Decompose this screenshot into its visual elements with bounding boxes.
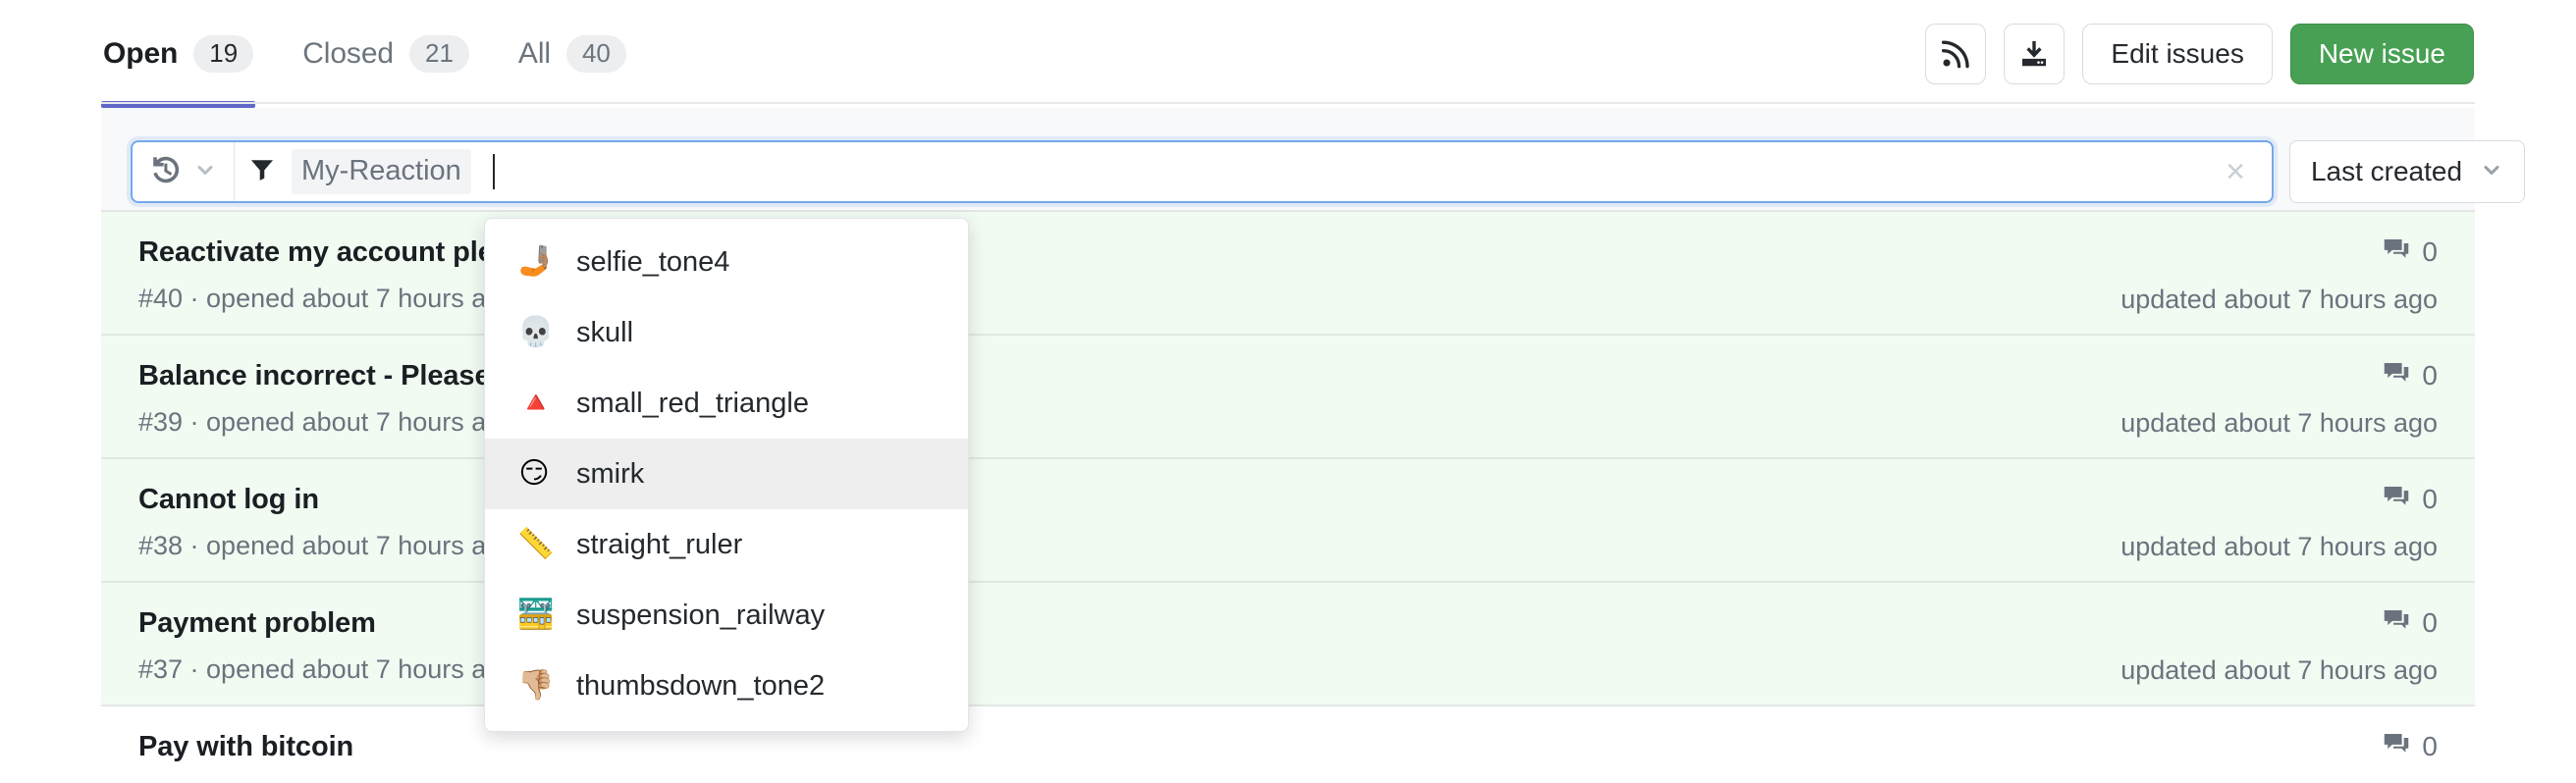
- issue-title[interactable]: Pay with bitcoin: [138, 730, 2438, 764]
- search-input[interactable]: My-Reaction: [290, 142, 2199, 201]
- tab-open-label: Open: [103, 37, 179, 70]
- table-row[interactable]: Balance incorrect - Please check #39 · o…: [101, 336, 2475, 459]
- issue-search-bar[interactable]: My-Reaction ×: [131, 140, 2274, 203]
- sort-dropdown-button[interactable]: Last created: [2289, 140, 2525, 203]
- list-item[interactable]: 💀 skull: [485, 297, 968, 368]
- table-row[interactable]: Cannot log in #38 · opened about 7 hours…: [101, 459, 2475, 583]
- comment-count[interactable]: 0: [2120, 359, 2438, 392]
- list-item[interactable]: 😏 smirk: [485, 439, 968, 509]
- list-item-label: small_red_triangle: [576, 387, 809, 419]
- comment-icon: [2383, 235, 2410, 270]
- issue-state-tabs: Open 19 Closed 21 All 40: [101, 0, 628, 108]
- edit-issues-button[interactable]: Edit issues: [2082, 24, 2273, 84]
- issue-row-right: 0: [2383, 730, 2438, 763]
- comment-icon: [2383, 483, 2410, 517]
- top-bar: Open 19 Closed 21 All 40 Edit issues New…: [0, 0, 2576, 108]
- filter-icon: [249, 157, 275, 187]
- text-cursor: [492, 154, 495, 189]
- comment-count-value: 0: [2422, 731, 2438, 761]
- issue-list: Reactivate my account please #40 · opene…: [101, 210, 2475, 783]
- emoji-icon: 📏: [517, 527, 555, 561]
- tab-closed[interactable]: Closed 21: [300, 0, 471, 108]
- table-row[interactable]: Reactivate my account please #40 · opene…: [101, 212, 2475, 336]
- comment-count[interactable]: 0: [2120, 235, 2438, 269]
- list-item[interactable]: 🔺 small_red_triangle: [485, 368, 968, 439]
- issue-updated: updated about 7 hours ago: [2120, 655, 2438, 685]
- tab-all-label: All: [517, 37, 551, 70]
- search-history-button[interactable]: [133, 142, 235, 201]
- issue-updated: updated about 7 hours ago: [2120, 408, 2438, 438]
- emoji-icon: 👎🏼: [517, 668, 555, 703]
- table-row[interactable]: Pay with bitcoin 0: [101, 706, 2475, 783]
- comment-count-value: 0: [2422, 484, 2438, 514]
- tab-all[interactable]: All 40: [516, 0, 628, 108]
- rss-icon: [1941, 39, 1970, 69]
- issue-row-right: 0 updated about 7 hours ago: [2120, 235, 2438, 315]
- issue-row-right: 0 updated about 7 hours ago: [2120, 483, 2438, 562]
- history-icon: [150, 154, 182, 190]
- tab-open[interactable]: Open 19: [101, 0, 256, 108]
- issue-row-right: 0 updated about 7 hours ago: [2120, 359, 2438, 439]
- comment-icon: [2383, 730, 2410, 764]
- chevron-down-icon: [2480, 158, 2503, 186]
- export-download-button[interactable]: [2004, 24, 2066, 84]
- download-icon: [2019, 39, 2049, 69]
- search-filter-icon-box: [235, 142, 290, 201]
- emoji-icon: 😏: [518, 456, 550, 491]
- emoji-icon: 🚟: [517, 598, 555, 632]
- issue-updated: updated about 7 hours ago: [2120, 532, 2438, 561]
- table-row[interactable]: Payment problem #37 · opened about 7 hou…: [101, 583, 2475, 706]
- list-item-label: smirk: [576, 457, 645, 490]
- list-item-label: suspension_railway: [576, 599, 826, 631]
- list-item-label: selfie_tone4: [576, 245, 730, 278]
- clear-search-button[interactable]: ×: [2199, 142, 2272, 201]
- comment-count[interactable]: 0: [2120, 483, 2438, 516]
- comment-count-value: 0: [2422, 236, 2438, 267]
- top-bar-actions: Edit issues New issue: [1925, 0, 2474, 108]
- list-item[interactable]: 🤳🏽 selfie_tone4: [485, 227, 968, 297]
- issue-row-right: 0 updated about 7 hours ago: [2120, 606, 2438, 686]
- list-item[interactable]: 📏 straight_ruler: [485, 509, 968, 580]
- tab-closed-count: 21: [409, 35, 469, 73]
- reaction-suggestion-dropdown: 🤳🏽 selfie_tone4 💀 skull 🔺 small_red_tria…: [484, 218, 969, 732]
- rss-feed-button[interactable]: [1925, 24, 1987, 84]
- emoji-icon: 💀: [517, 315, 555, 349]
- comment-icon: [2383, 359, 2410, 393]
- search-filter-token[interactable]: My-Reaction: [292, 148, 471, 195]
- list-item-label: straight_ruler: [576, 528, 743, 560]
- list-item[interactable]: 🚟 suspension_railway: [485, 580, 968, 651]
- tab-closed-label: Closed: [302, 37, 394, 70]
- comment-count-value: 0: [2422, 360, 2438, 391]
- emoji-icon: 🔺: [517, 386, 555, 420]
- tab-all-count: 40: [565, 35, 626, 73]
- comment-count[interactable]: 0: [2383, 730, 2438, 763]
- issue-updated: updated about 7 hours ago: [2120, 285, 2438, 314]
- list-item-label: thumbsdown_tone2: [576, 669, 826, 702]
- comment-count-value: 0: [2422, 607, 2438, 638]
- tab-open-count: 19: [193, 35, 254, 73]
- chevron-down-icon: [193, 158, 217, 186]
- list-item[interactable]: 👎🏼 thumbsdown_tone2: [485, 651, 968, 721]
- emoji-icon: 🤳🏽: [517, 244, 555, 279]
- tabs-divider: [101, 102, 2475, 104]
- list-item-label: skull: [576, 316, 634, 348]
- issues-page: Open 19 Closed 21 All 40 Edit issues New…: [0, 0, 2576, 783]
- comment-icon: [2383, 606, 2410, 641]
- new-issue-button[interactable]: New issue: [2289, 24, 2474, 84]
- comment-count[interactable]: 0: [2120, 606, 2438, 640]
- sort-dropdown-label: Last created: [2310, 156, 2463, 186]
